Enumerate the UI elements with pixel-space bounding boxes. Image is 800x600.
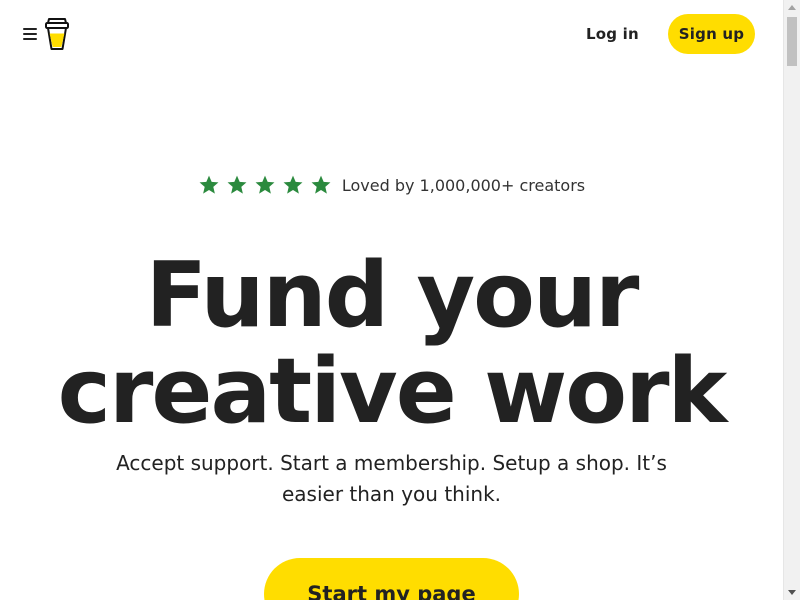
- page-viewport: Log in Sign up Loved by 1,000,000+ creat…: [0, 0, 783, 600]
- scroll-thumb[interactable]: [787, 17, 797, 66]
- hero-headline: Fund your creative work: [0, 248, 783, 440]
- star-icon: [227, 175, 247, 194]
- menu-line: [23, 38, 37, 40]
- login-link[interactable]: Log in: [586, 22, 639, 46]
- rating-text: Loved by 1,000,000+ creators: [341, 175, 586, 195]
- star-icon: [255, 175, 275, 194]
- signup-button[interactable]: Sign up: [668, 14, 755, 54]
- star-icon: [311, 175, 331, 194]
- hamburger-menu-icon[interactable]: [22, 26, 40, 42]
- coffee-cup-logo-icon[interactable]: [44, 16, 70, 52]
- star-icon: [199, 175, 219, 194]
- vertical-scrollbar[interactable]: [783, 0, 800, 600]
- menu-line: [23, 28, 37, 30]
- hero-subtext: Accept support. Start a membership. Setu…: [116, 451, 667, 506]
- scroll-up-arrow-icon[interactable]: [788, 5, 796, 10]
- rating-stars: [198, 174, 332, 196]
- scroll-down-arrow-icon[interactable]: [788, 590, 796, 595]
- headline-line-1: Fund your: [145, 243, 640, 348]
- menu-line: [23, 33, 37, 35]
- headline-line-2: creative work: [57, 339, 728, 444]
- start-my-page-button[interactable]: Start my page: [264, 558, 519, 600]
- star-icon: [283, 175, 303, 194]
- rating-row: Loved by 1,000,000+ creators: [0, 174, 783, 196]
